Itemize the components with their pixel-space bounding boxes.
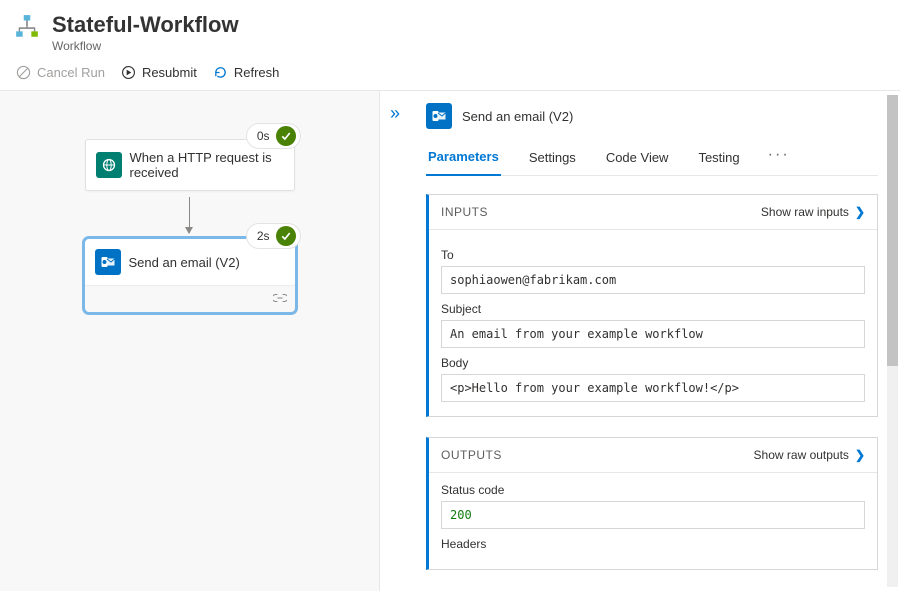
resubmit-label: Resubmit [142, 65, 197, 80]
outputs-section: OUTPUTS Show raw outputs ❯ Status code 2… [426, 437, 878, 570]
page-title: Stateful-Workflow [52, 12, 239, 38]
action-duration-label: 2s [257, 229, 270, 243]
tab-parameters[interactable]: Parameters [426, 143, 501, 176]
email-action-label: Send an email (V2) [129, 255, 240, 270]
details-panel: » Send an email (V2) Parameters Settings… [380, 91, 900, 591]
body-label: Body [441, 356, 865, 370]
show-raw-outputs-label: Show raw outputs [754, 448, 849, 462]
outputs-title: OUTPUTS [441, 448, 502, 462]
cancel-run-button: Cancel Run [16, 65, 105, 80]
tab-settings[interactable]: Settings [527, 144, 578, 175]
inputs-title: INPUTS [441, 205, 488, 219]
panel-title: Send an email (V2) [462, 109, 573, 124]
trigger-label: When a HTTP request is received [130, 150, 284, 180]
inputs-section: INPUTS Show raw inputs ❯ To sophiaowen@f… [426, 194, 878, 417]
body-value: <p>Hello from your example workflow!</p> [441, 374, 865, 402]
trigger-duration-label: 0s [257, 129, 270, 143]
refresh-label: Refresh [234, 65, 280, 80]
cancel-run-label: Cancel Run [37, 65, 105, 80]
connector-arrow-icon [189, 197, 190, 233]
tabs-overflow-button[interactable]: ··· [768, 146, 790, 172]
resubmit-icon [121, 65, 136, 80]
tab-testing[interactable]: Testing [696, 144, 741, 175]
action-status-badge: 2s [246, 223, 301, 249]
refresh-icon [213, 65, 228, 80]
show-raw-outputs-link[interactable]: Show raw outputs ❯ [754, 448, 865, 462]
expand-panel-button[interactable]: » [390, 103, 400, 124]
success-check-icon [276, 226, 296, 246]
action-footer [85, 285, 295, 312]
success-check-icon [276, 126, 296, 146]
trigger-status-badge: 0s [246, 123, 301, 149]
page-subtitle: Workflow [52, 39, 239, 53]
http-request-icon [96, 152, 122, 178]
panel-scrollbar[interactable] [887, 95, 898, 587]
link-icon [273, 293, 287, 303]
panel-header: Send an email (V2) [426, 103, 878, 143]
toolbar: Cancel Run Resubmit Refresh [0, 57, 900, 91]
subject-label: Subject [441, 302, 865, 316]
panel-tabs: Parameters Settings Code View Testing ··… [426, 143, 878, 176]
to-value: sophiaowen@fabrikam.com [441, 266, 865, 294]
status-code-value: 200 [441, 501, 865, 529]
cancel-icon [16, 65, 31, 80]
outlook-email-icon [426, 103, 452, 129]
headers-label: Headers [441, 537, 865, 551]
chevron-right-icon: ❯ [855, 448, 865, 462]
show-raw-inputs-label: Show raw inputs [761, 205, 849, 219]
show-raw-inputs-link[interactable]: Show raw inputs ❯ [761, 205, 865, 219]
title-block: Stateful-Workflow Workflow [52, 12, 239, 53]
scroll-thumb[interactable] [887, 95, 898, 366]
workflow-logo-icon [14, 14, 40, 40]
refresh-button[interactable]: Refresh [213, 65, 280, 80]
workflow-canvas[interactable]: 0s When a HTTP request is received 2s [0, 91, 380, 591]
tab-code-view[interactable]: Code View [604, 144, 671, 175]
resubmit-button[interactable]: Resubmit [121, 65, 197, 80]
outlook-email-icon [95, 249, 121, 275]
to-label: To [441, 248, 865, 262]
subject-value: An email from your example workflow [441, 320, 865, 348]
status-code-label: Status code [441, 483, 865, 497]
page-header: Stateful-Workflow Workflow [0, 0, 900, 57]
email-action-node[interactable]: Send an email (V2) [85, 239, 295, 312]
chevron-right-icon: ❯ [855, 205, 865, 219]
